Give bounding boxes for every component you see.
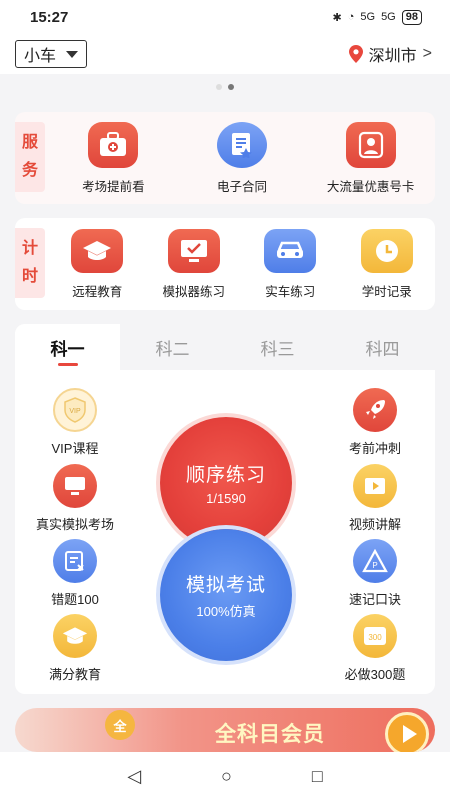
service-label: 大流量优惠号卡 — [326, 179, 415, 194]
function-label: VIP课程 — [51, 441, 99, 456]
service-label: 电子合同 — [217, 179, 268, 194]
vip-course[interactable]: VIP VIP课程 — [20, 388, 130, 457]
video-icon — [353, 464, 397, 508]
top-bar: 小车 深圳市 > — [0, 34, 450, 74]
sequential-practice-progress: 1/1590 — [206, 491, 246, 506]
car-type-dropdown[interactable]: 小车 — [15, 40, 88, 68]
timing-label: 模拟器练习 — [162, 284, 225, 299]
play-icon — [385, 712, 429, 752]
timing-simulator-practice[interactable]: 模拟器练习 — [146, 218, 243, 310]
battery-icon: 98 — [401, 9, 422, 25]
city-selector[interactable]: 深圳市 > — [348, 42, 432, 66]
simulator-monitor-icon — [167, 228, 220, 273]
location-pin-icon — [348, 45, 363, 63]
function-label: 真实模拟考场 — [35, 517, 114, 532]
car-type-label: 小车 — [24, 48, 57, 65]
mock-exam-subtitle: 100%仿真 — [196, 604, 256, 619]
timing-tag-char: 计 — [21, 240, 38, 257]
subject-tabs: 科一 科二 科三 科四 — [15, 324, 435, 370]
svg-text:300: 300 — [368, 633, 382, 642]
function-label: 满分教育 — [48, 667, 101, 682]
bluetooth-icon: ✱ — [332, 11, 342, 24]
signal-icon: 5G — [360, 11, 376, 23]
chevron-right-icon: > — [422, 45, 432, 62]
tab-subject-2[interactable]: 科二 — [120, 324, 225, 370]
wrong-questions[interactable]: 错题100 — [20, 539, 130, 608]
dropdown-arrow-icon — [66, 50, 79, 58]
status-bar: 15:27 ✱ ◔ 5G 5G 98 — [0, 0, 450, 34]
status-time: 15:27 — [30, 8, 69, 26]
contract-icon — [217, 121, 267, 168]
timing-label: 学时记录 — [361, 284, 412, 299]
timing-card: 计 时 远程教育 模拟器练习 实车练习 学时记录 — [15, 218, 435, 310]
timing-remote-education[interactable]: 远程教育 — [49, 218, 146, 310]
clock-icon — [360, 228, 413, 273]
rocket-icon — [353, 388, 397, 432]
system-nav-bar: ◁ ○ □ — [0, 752, 450, 800]
svg-text:VIP: VIP — [69, 408, 81, 415]
svg-text:P: P — [372, 561, 377, 570]
real-mock-exam-room[interactable]: 真实模拟考场 — [20, 464, 130, 533]
function-label: 视频讲解 — [348, 517, 401, 532]
service-label: 考场提前看 — [82, 179, 145, 194]
tab-subject-3[interactable]: 科三 — [225, 324, 330, 370]
full-score-education[interactable]: 满分教育 — [20, 614, 130, 683]
first-aid-kit-icon — [88, 121, 139, 168]
services-tag: 服 务 — [15, 122, 45, 192]
status-icons: ✱ ◔ 5G 5G 98 — [332, 9, 422, 25]
timing-tag: 计 时 — [15, 228, 45, 298]
sim-card-icon — [345, 121, 396, 168]
service-sim-card[interactable]: 大流量优惠号卡 — [306, 112, 435, 204]
300-questions-icon: 300 — [353, 614, 397, 658]
mock-exam-title: 模拟考试 — [185, 575, 266, 596]
recents-icon[interactable]: □ — [312, 766, 323, 787]
city-label: 深圳市 — [368, 48, 417, 65]
carousel-dot-active[interactable] — [228, 84, 234, 90]
carousel-dots — [0, 84, 450, 90]
timing-tag-char: 时 — [21, 268, 38, 285]
home-icon[interactable]: ○ — [221, 766, 232, 787]
services-card: 服 务 考场提前看 电子合同 大流量优惠号卡 — [15, 112, 435, 204]
graduation-cap-icon — [71, 228, 124, 273]
services-tag-char: 服 — [21, 134, 38, 151]
service-e-contract[interactable]: 电子合同 — [178, 112, 307, 204]
wifi-icon: ◔ — [347, 11, 355, 23]
wrong-questions-icon — [53, 539, 97, 583]
vip-icon: VIP — [53, 388, 97, 432]
video-explanation[interactable]: 视频讲解 — [320, 464, 430, 533]
tab-subject-4[interactable]: 科四 — [330, 324, 435, 370]
function-label: 必做300题 — [344, 667, 406, 682]
mnemonic-icon: P — [353, 539, 397, 583]
timing-label: 实车练习 — [265, 284, 316, 299]
sequential-practice-title: 顺序练习 — [185, 465, 266, 486]
timing-real-car-practice[interactable]: 实车练习 — [242, 218, 339, 310]
membership-banner[interactable]: 全 全科目会员 — [15, 708, 435, 752]
carousel-dot[interactable] — [216, 84, 222, 90]
graduation-cap-icon — [53, 614, 97, 658]
timing-hours-record[interactable]: 学时记录 — [339, 218, 436, 310]
signal-icon-2: 5G — [381, 11, 396, 23]
coin-icon: 全 — [105, 710, 135, 740]
function-label: 考前冲刺 — [348, 441, 401, 456]
car-icon — [264, 228, 317, 273]
service-exam-preview[interactable]: 考场提前看 — [49, 112, 178, 204]
tab-subject-1[interactable]: 科一 — [15, 324, 120, 370]
exam-monitor-icon — [53, 464, 97, 508]
timing-label: 远程教育 — [72, 284, 123, 299]
pre-exam-sprint[interactable]: 考前冲刺 — [320, 388, 430, 457]
must-do-300[interactable]: 300 必做300题 — [320, 614, 430, 683]
mock-exam-button[interactable]: 模拟考试 100%仿真 — [160, 529, 292, 661]
back-icon[interactable]: ◁ — [127, 766, 141, 787]
function-label: 速记口诀 — [348, 592, 401, 607]
services-tag-char: 务 — [21, 162, 38, 179]
mnemonic-tips[interactable]: P 速记口诀 — [320, 539, 430, 608]
function-label: 错题100 — [51, 592, 99, 607]
subjects-card: 科一 科二 科三 科四 VIP VIP课程 真实模拟考场 错题100 满分教育 … — [15, 324, 435, 694]
membership-banner-text: 全科目会员 — [215, 723, 325, 746]
